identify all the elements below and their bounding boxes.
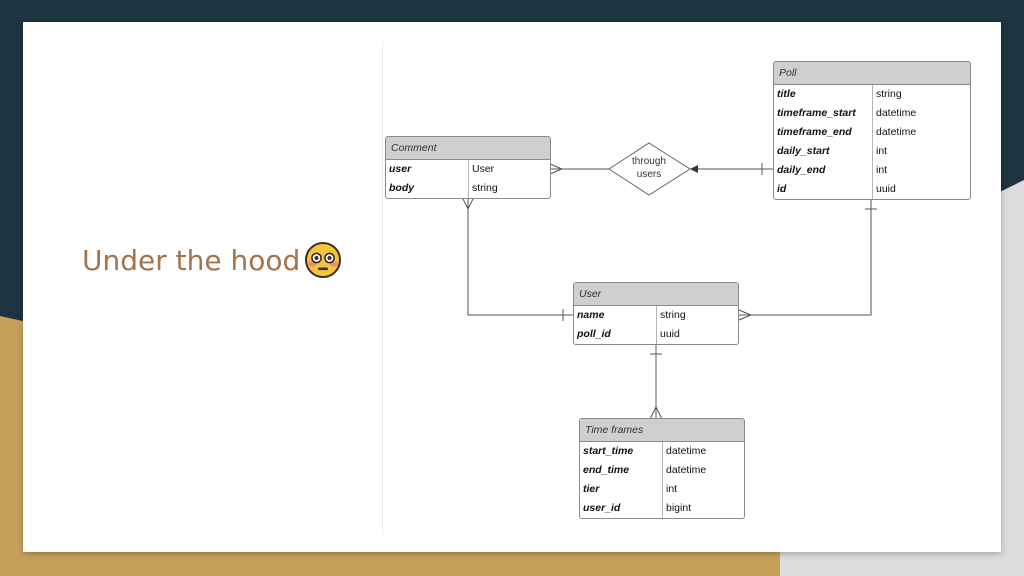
- entity-comment-fields: user User body string: [386, 160, 550, 198]
- connector-poll-user: [739, 198, 872, 316]
- connector-comment-user: [467, 197, 574, 316]
- entity-user-title: User: [574, 283, 738, 306]
- entity-poll-title: Poll: [774, 62, 970, 85]
- field-name: timeframe_start: [777, 107, 856, 119]
- field-name: id: [777, 183, 787, 195]
- field-name: tier: [583, 483, 600, 495]
- relationship-label-line2: users: [637, 169, 661, 180]
- field-type: string: [472, 182, 498, 194]
- entity-timeframes: Time frames start_time datetime end_time d…: [579, 418, 745, 519]
- field-type: datetime: [876, 107, 917, 119]
- arrow-head: [690, 165, 698, 173]
- relationship-label-line1: through: [632, 156, 666, 167]
- field-type: string: [876, 88, 902, 100]
- field-type: datetime: [666, 445, 707, 457]
- entity-timeframes-fields: start_time datetime end_time datetime tier…: [580, 442, 744, 518]
- field-name: poll_id: [577, 328, 611, 340]
- field-type: int: [876, 145, 888, 157]
- field-type: bigint: [666, 502, 692, 514]
- field-name: daily_end: [777, 164, 826, 176]
- entity-user-fields: name string poll_id uuid: [574, 306, 738, 344]
- entity-comment-title: Comment: [386, 137, 550, 160]
- field-name: body: [389, 182, 415, 194]
- field-name: title: [777, 88, 796, 100]
- field-type: string: [660, 309, 686, 321]
- field-type: User: [472, 163, 495, 175]
- entity-comment: Comment user User body string: [385, 136, 551, 199]
- field-type: datetime: [876, 126, 917, 138]
- field-type: datetime: [666, 464, 707, 476]
- entity-poll: Poll title string timeframe_start datetime…: [773, 61, 971, 200]
- field-name: user: [389, 163, 412, 175]
- field-name: end_time: [583, 464, 630, 476]
- field-type: uuid: [876, 183, 896, 195]
- field-name: name: [577, 309, 605, 321]
- field-type: int: [876, 164, 888, 176]
- field-name: daily_start: [777, 145, 830, 157]
- field-type: int: [666, 483, 678, 495]
- entity-poll-fields: title string timeframe_start datetime time…: [774, 85, 970, 199]
- entity-timeframes-title: Time frames: [580, 419, 744, 442]
- field-name: timeframe_end: [777, 126, 852, 138]
- entity-user: User name string poll_id uuid: [573, 282, 739, 345]
- field-type: uuid: [660, 328, 680, 340]
- field-name: start_time: [583, 445, 634, 457]
- field-name: user_id: [583, 502, 621, 514]
